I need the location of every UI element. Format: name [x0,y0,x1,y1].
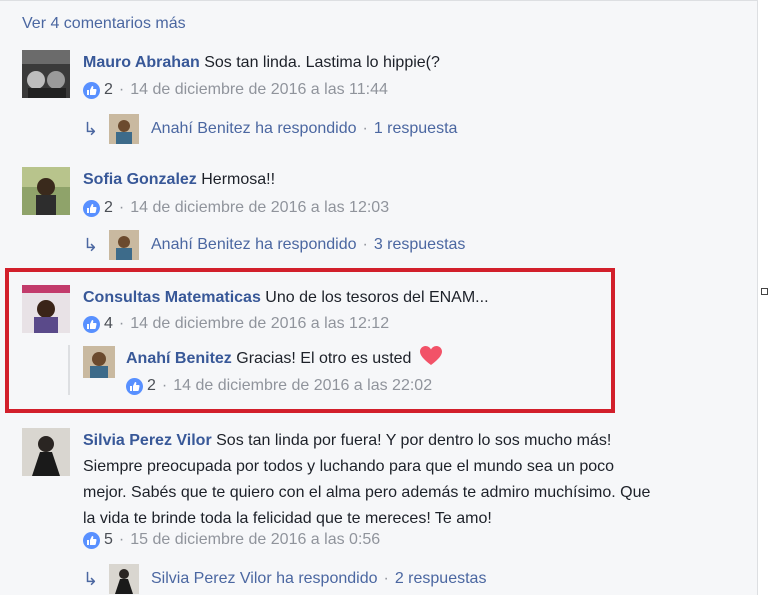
separator: · [362,236,368,253]
comment-meta: 2 · 14 de diciembre de 2016 a las 11:44 [83,81,388,99]
comment-line-3: mejor. Sabés que te quiero con el alma p… [83,484,651,501]
like-count[interactable]: 5 [104,531,113,549]
replies-link[interactable]: ↳ Anahí Benitez ha respondido · 3 respue… [83,230,465,260]
comment-author[interactable]: Silvia Perez Vilor [83,432,212,449]
like-count[interactable]: 2 [104,81,113,99]
reply-count[interactable]: 1 respuesta [374,120,458,138]
comment-text: Silvia Perez Vilor Sos tan linda por fue… [83,428,743,532]
comment-body: Hermosa!! [201,171,276,188]
comment-meta: 5 · 15 de diciembre de 2016 a las 0:56 [83,531,380,549]
separator: · [118,199,125,216]
separator: · [118,81,125,98]
comment-text: Mauro Abrahan Sos tan linda. Lastima lo … [83,50,440,76]
comment-line-1: Silvia Perez Vilor Sos tan linda por fue… [83,428,743,454]
reply-count[interactable]: 2 respuestas [395,570,487,588]
like-icon [83,81,100,99]
replies-link[interactable]: ↳ Silvia Perez Vilor ha respondido · 2 r… [83,564,486,594]
like-icon [83,531,100,549]
reply-arrow-icon: ↳ [83,118,99,139]
comment-date[interactable]: 14 de diciembre de 2016 a las 11:44 [130,81,388,99]
comment-date[interactable]: 14 de diciembre de 2016 a las 12:03 [130,199,389,217]
reply-author-text[interactable]: Anahí Benitez ha respondido [151,236,356,254]
reply-arrow-icon: ↳ [83,234,99,255]
reply-avatar [109,564,139,594]
comment-author[interactable]: Sofia Gonzalez [83,171,197,188]
comment-line-2: Siempre preocupada por todos y luchando … [83,458,615,475]
avatar[interactable] [22,167,70,215]
view-more-comments-link[interactable]: Ver 4 comentarios más [22,15,186,33]
comments-panel: Ver 4 comentarios más Mauro Abrahan Sos … [0,0,758,595]
avatar[interactable] [22,50,70,98]
reply-author-text[interactable]: Anahí Benitez ha respondido [151,120,356,138]
comment-line-4: la vida te brinde toda la felicidad que … [83,510,492,527]
comment-meta: 2 · 14 de diciembre de 2016 a las 12:03 [83,199,389,217]
separator: · [383,570,389,587]
separator: · [118,531,125,548]
comment-body: Sos tan linda por fuera! Y por dentro lo… [216,432,612,449]
resize-handle[interactable] [761,288,768,295]
comment-date[interactable]: 15 de diciembre de 2016 a las 0:56 [130,531,380,549]
reply-author-text[interactable]: Silvia Perez Vilor ha respondido [151,570,378,588]
comment-body: Sos tan linda. Lastima lo hippie(? [204,54,440,71]
highlight-box [5,268,615,413]
like-icon [83,199,100,217]
replies-link[interactable]: ↳ Anahí Benitez ha respondido · 1 respue… [83,114,457,144]
reply-arrow-icon: ↳ [83,568,99,589]
like-count[interactable]: 2 [104,199,113,217]
avatar[interactable] [22,428,70,476]
reply-avatar [109,230,139,260]
comment-text: Sofia Gonzalez Hermosa!! [83,167,275,193]
reply-count[interactable]: 3 respuestas [374,236,466,254]
reply-avatar [109,114,139,144]
comment-author[interactable]: Mauro Abrahan [83,54,200,71]
separator: · [362,120,368,137]
